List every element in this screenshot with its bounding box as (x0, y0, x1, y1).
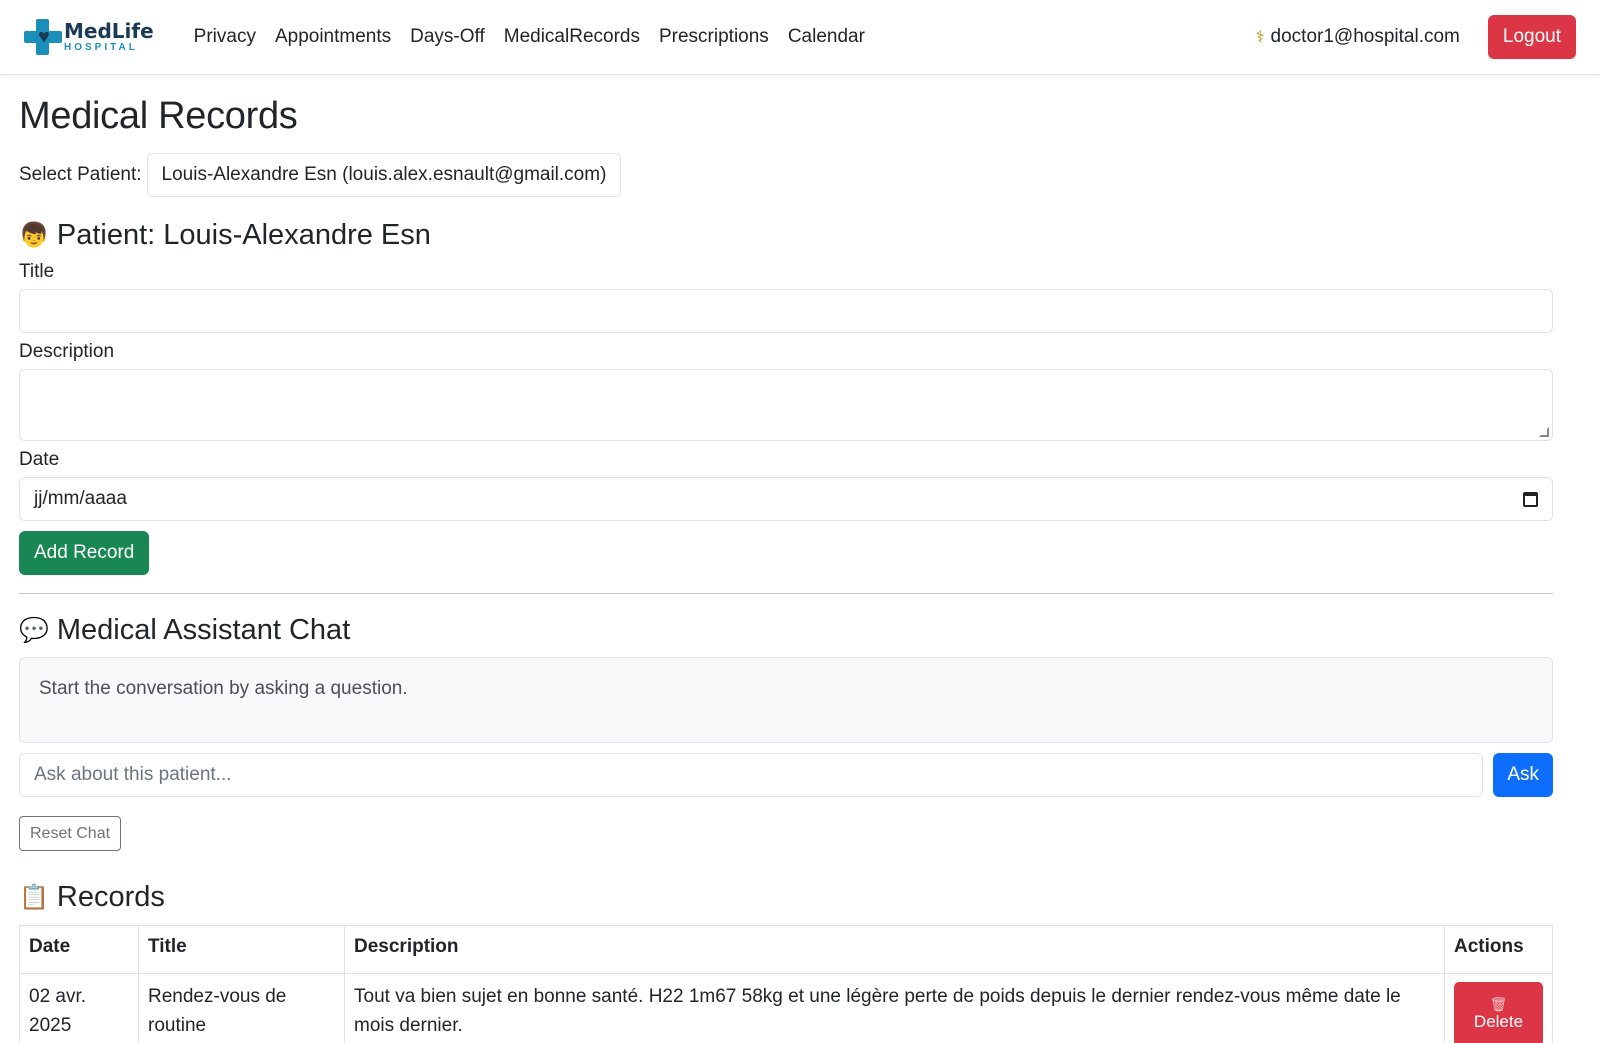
brand-name: MedLife (64, 19, 154, 43)
brand-subtitle: HOSPITAL (64, 42, 138, 53)
title-input[interactable] (19, 289, 1553, 333)
main-content: Medical Records Select Patient: Louis-Al… (0, 95, 1572, 1043)
person-icon: 👦 (19, 221, 49, 249)
column-header-description: Description (344, 925, 1445, 974)
nav-link-prescriptions[interactable]: Prescriptions (659, 26, 769, 48)
patient-heading: 👦 Patient: Louis-Alexandre Esn (19, 217, 1553, 253)
user-email: doctor1@hospital.com (1270, 26, 1460, 47)
patient-heading-text: Patient: Louis-Alexandre Esn (56, 218, 431, 251)
nav-link-appointments[interactable]: Appointments (275, 26, 391, 48)
brand-logo[interactable]: ♥ MedLife HOSPITAL (24, 19, 154, 55)
cell-actions: 🗑 Delete (1444, 973, 1553, 1043)
chat-heading: 💬 Medical Assistant Chat (19, 614, 1553, 647)
select-patient-label: Select Patient: (19, 164, 142, 185)
add-record-button[interactable]: Add Record (19, 531, 150, 575)
chat-messages: Start the conversation by asking a quest… (19, 657, 1553, 743)
column-header-title: Title (138, 925, 345, 974)
cell-description: Tout va bien sujet en bonne santé. H22 1… (344, 973, 1445, 1043)
title-label: Title (19, 261, 55, 282)
doctor-icon: ⚕ (1255, 29, 1265, 46)
delete-label: Delete (1473, 1012, 1524, 1031)
chat-empty-message: Start the conversation by asking a quest… (39, 678, 408, 699)
nav-link-privacy[interactable]: Privacy (194, 26, 256, 48)
table-header-row: Date Title Description Actions (19, 925, 1553, 974)
navbar: ♥ MedLife HOSPITAL Privacy Appointments … (0, 0, 1600, 75)
table-row: 02 avr. 2025 Rendez-vous de routine Tout… (19, 973, 1553, 1043)
logout-button[interactable]: Logout (1487, 15, 1576, 59)
cell-title: Rendez-vous de routine (138, 973, 345, 1043)
description-textarea[interactable] (19, 369, 1553, 441)
date-label: Date (19, 449, 60, 470)
resize-handle-icon[interactable] (1539, 427, 1549, 437)
column-header-actions: Actions (1444, 925, 1553, 974)
nav-link-medical-records[interactable]: MedicalRecords (504, 26, 640, 48)
nav-link-calendar[interactable]: Calendar (788, 26, 865, 48)
delete-button[interactable]: 🗑 Delete (1454, 982, 1543, 1043)
date-placeholder: jj/mm/aaaa (34, 488, 127, 509)
ask-input[interactable]: Ask about this patient... (19, 753, 1484, 797)
page-title: Medical Records (19, 95, 298, 137)
reset-chat-button[interactable]: Reset Chat (19, 816, 122, 851)
ask-button[interactable]: Ask (1493, 753, 1553, 797)
description-label: Description (19, 341, 115, 362)
clipboard-icon: 📋 (19, 883, 49, 911)
divider (19, 593, 1553, 594)
records-table: Date Title Description Actions 02 avr. 2… (19, 925, 1553, 1043)
user-info: ⚕ doctor1@hospital.com (1256, 26, 1460, 48)
records-heading: 📋 Records (19, 879, 1553, 915)
calendar-icon[interactable] (1523, 491, 1538, 507)
speech-bubble-icon: 💬 (19, 617, 49, 644)
patient-select[interactable]: Louis-Alexandre Esn (louis.alex.esnault@… (146, 153, 622, 197)
cell-date: 02 avr. 2025 (19, 973, 139, 1043)
chat-heading-text: Medical Assistant Chat (56, 614, 351, 646)
medical-cross-icon: ♥ (24, 19, 62, 55)
trash-icon: 🗑 (1489, 996, 1508, 1012)
column-header-date: Date (19, 925, 139, 974)
records-heading-text: Records (56, 880, 165, 913)
nav-links: Privacy Appointments Days-Off MedicalRec… (194, 26, 865, 48)
nav-link-days-off[interactable]: Days-Off (410, 26, 485, 48)
date-input[interactable]: jj/mm/aaaa (19, 477, 1553, 521)
